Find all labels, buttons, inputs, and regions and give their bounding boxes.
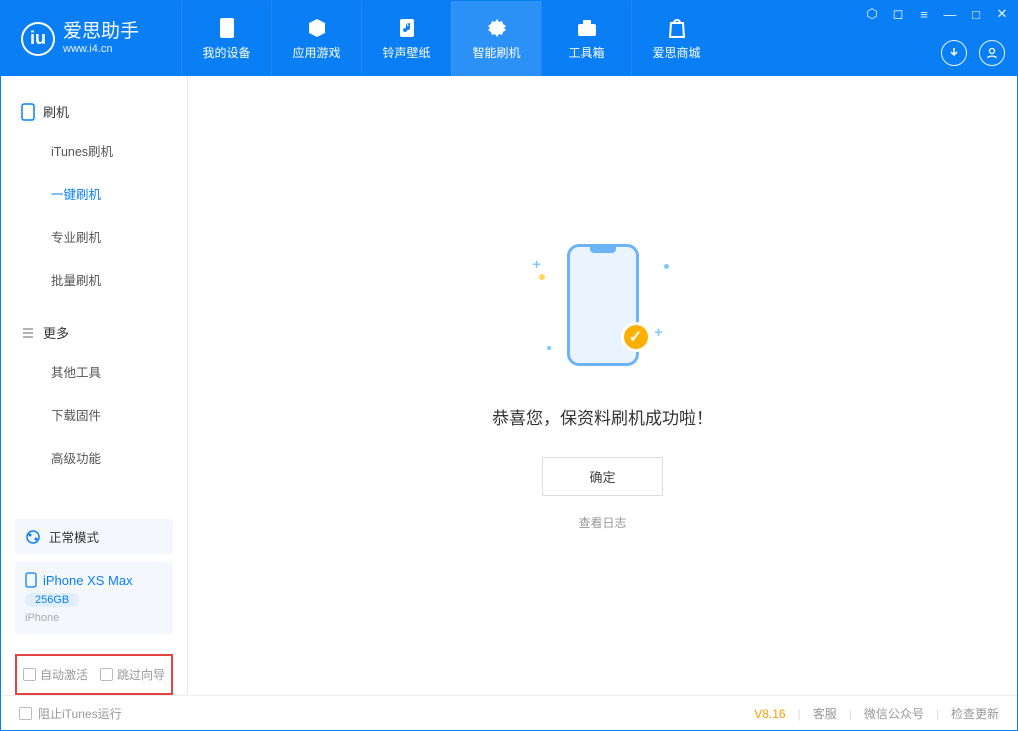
tab-my-device[interactable]: 我的设备 xyxy=(181,1,271,76)
auto-activate-checkbox[interactable]: 自动激活 xyxy=(23,666,88,683)
checkbox-label: 跳过向导 xyxy=(117,666,165,683)
logo-area: iu 爱思助手 www.i4.cn xyxy=(1,1,181,76)
sidebar-item-batch-flash[interactable]: 批量刷机 xyxy=(1,258,187,301)
header-right-buttons xyxy=(941,40,1005,66)
checkbox-label: 自动激活 xyxy=(40,666,88,683)
sidebar-item-itunes-flash[interactable]: iTunes刷机 xyxy=(1,129,187,172)
version-label: V8.16 xyxy=(754,707,785,721)
shirt-icon[interactable]: ⬡ xyxy=(863,5,881,23)
device-type: iPhone xyxy=(25,612,163,624)
device-card[interactable]: iPhone XS Max 256GB iPhone xyxy=(15,562,173,634)
minimize-button[interactable]: — xyxy=(941,5,959,23)
tab-label: 我的设备 xyxy=(202,44,250,61)
user-button[interactable] xyxy=(979,40,1005,66)
tab-store[interactable]: 爱思商城 xyxy=(631,1,721,76)
app-body: 刷机 iTunes刷机 一键刷机 专业刷机 批量刷机 更多 其他工具 下载固件 … xyxy=(1,76,1017,695)
tab-label: 应用游戏 xyxy=(292,44,340,61)
sidebar-item-advanced[interactable]: 高级功能 xyxy=(1,436,187,479)
app-url: www.i4.cn xyxy=(63,43,139,55)
sidebar-item-oneclick-flash[interactable]: 一键刷机 xyxy=(1,172,187,215)
check-icon: ✓ xyxy=(621,322,651,352)
capacity-badge: 256GB xyxy=(25,593,79,607)
tab-label: 智能刷机 xyxy=(472,44,520,61)
sidebar: 刷机 iTunes刷机 一键刷机 专业刷机 批量刷机 更多 其他工具 下载固件 … xyxy=(1,76,188,695)
stop-itunes-checkbox[interactable]: 阻止iTunes运行 xyxy=(19,705,122,722)
lock-icon[interactable]: ◻ xyxy=(889,5,907,23)
success-message: 恭喜您，保资料刷机成功啦！ xyxy=(492,404,713,429)
tab-apps[interactable]: 应用游戏 xyxy=(271,1,361,76)
tab-label: 铃声壁纸 xyxy=(382,44,430,61)
device-name: iPhone XS Max xyxy=(43,573,133,588)
cube-icon xyxy=(306,17,328,39)
sidebar-item-pro-flash[interactable]: 专业刷机 xyxy=(1,215,187,258)
mode-card[interactable]: 正常模式 xyxy=(15,519,173,554)
menu-icon[interactable]: ≡ xyxy=(915,5,933,23)
main-tabs: 我的设备 应用游戏 铃声壁纸 智能刷机 工具箱 爱思商城 xyxy=(181,1,721,76)
mode-label: 正常模式 xyxy=(49,527,99,546)
maximize-button[interactable]: □ xyxy=(967,5,985,23)
view-log-link[interactable]: 查看日志 xyxy=(578,514,626,531)
check-update-link[interactable]: 检查更新 xyxy=(951,705,999,722)
music-icon xyxy=(396,17,418,39)
main-content: + + ✓ 恭喜您，保资料刷机成功啦！ 确定 查看日志 xyxy=(188,76,1017,695)
highlighted-options: 自动激活 跳过向导 xyxy=(15,654,173,695)
sidebar-group-flash: 刷机 xyxy=(1,94,187,129)
skip-guide-checkbox[interactable]: 跳过向导 xyxy=(100,666,165,683)
download-button[interactable] xyxy=(941,40,967,66)
gear-icon xyxy=(486,17,508,39)
list-icon xyxy=(21,326,35,340)
tab-label: 爱思商城 xyxy=(652,44,700,61)
logo-icon: iu xyxy=(21,22,55,56)
device-icon xyxy=(216,17,238,39)
device-small-icon xyxy=(25,572,37,588)
sidebar-item-other-tools[interactable]: 其他工具 xyxy=(1,350,187,393)
app-name: 爱思助手 xyxy=(63,22,139,43)
group-label: 刷机 xyxy=(43,102,69,121)
checkbox-label: 阻止iTunes运行 xyxy=(38,705,122,722)
sidebar-item-download-firmware[interactable]: 下载固件 xyxy=(1,393,187,436)
ok-button[interactable]: 确定 xyxy=(542,457,662,496)
mode-icon xyxy=(25,529,41,545)
sidebar-group-more: 更多 xyxy=(1,315,187,350)
toolbox-icon xyxy=(576,17,598,39)
close-button[interactable]: ✕ xyxy=(993,5,1011,23)
wechat-link[interactable]: 微信公众号 xyxy=(864,705,924,722)
tab-label: 工具箱 xyxy=(568,44,604,61)
bag-icon xyxy=(666,17,688,39)
tab-flash[interactable]: 智能刷机 xyxy=(451,1,541,76)
phone-icon xyxy=(21,103,35,121)
app-header: iu 爱思助手 www.i4.cn 我的设备 应用游戏 铃声壁纸 智能刷机 工具… xyxy=(1,1,1017,76)
tab-toolbox[interactable]: 工具箱 xyxy=(541,1,631,76)
window-controls: ⬡ ◻ ≡ — □ ✕ xyxy=(863,5,1011,23)
support-link[interactable]: 客服 xyxy=(813,705,837,722)
group-label: 更多 xyxy=(43,323,69,342)
tab-ringtones[interactable]: 铃声壁纸 xyxy=(361,1,451,76)
success-illustration: + + ✓ xyxy=(533,240,673,380)
footer: 阻止iTunes运行 V8.16 | 客服 | 微信公众号 | 检查更新 xyxy=(1,695,1017,731)
